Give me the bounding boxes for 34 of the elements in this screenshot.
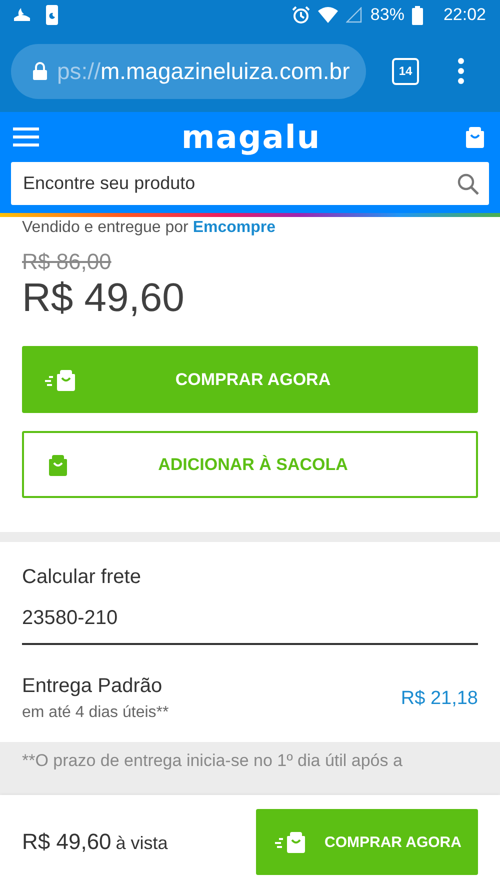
- address-bar[interactable]: ps://m.magazineluiza.com.br: [11, 44, 366, 98]
- phone-icon: [46, 5, 58, 25]
- fast-bag-icon: [44, 368, 78, 392]
- add-to-bag-button[interactable]: ADICIONAR À SACOLA: [22, 431, 478, 498]
- clock-time: 22:02: [443, 5, 486, 25]
- search-icon[interactable]: [457, 173, 479, 195]
- sticky-price: R$ 49,60 à vista: [22, 829, 169, 855]
- old-price: R$ 86,00: [22, 249, 112, 275]
- shipping-name: Entrega Padrão: [22, 675, 164, 698]
- lock-icon: [33, 62, 47, 80]
- overflow-menu-icon[interactable]: [457, 58, 465, 84]
- seller-link[interactable]: Emcompre: [192, 219, 276, 236]
- seller-text: Vendido e entregue por Emcompre: [22, 219, 277, 237]
- logo[interactable]: magalu: [181, 118, 321, 156]
- signal-icon: [346, 7, 362, 23]
- menu-icon[interactable]: [13, 127, 39, 147]
- battery-icon: [412, 6, 424, 24]
- search-field[interactable]: Encontre seu produto: [11, 162, 489, 205]
- buy-now-button[interactable]: COMPRAR AGORA: [22, 346, 478, 413]
- delivery-note: **O prazo de entrega inicia-se no 1º dia útil após a: [22, 751, 402, 770]
- shopping-bag-icon[interactable]: [463, 125, 487, 149]
- battery-percentage: 83%: [370, 5, 404, 25]
- wifi-icon: [318, 7, 338, 23]
- buy-now-button[interactable]: COMPRAR AGORA: [256, 809, 478, 875]
- alarm-icon: [292, 6, 310, 24]
- tab-count-button[interactable]: 14: [392, 58, 419, 84]
- delivery-time: em até 4 dias úteis**: [22, 704, 169, 722]
- url-text: ps://m.magazineluiza.com.br: [57, 58, 350, 84]
- section-title: Calcular frete: [22, 566, 142, 589]
- shipping-price: R$ 21,18: [400, 688, 478, 710]
- price: R$ 49,60: [22, 276, 186, 321]
- fast-bag-icon: [274, 830, 308, 854]
- shopping-bag-icon: [46, 452, 70, 476]
- zip-code-field[interactable]: 23580-210: [22, 607, 478, 645]
